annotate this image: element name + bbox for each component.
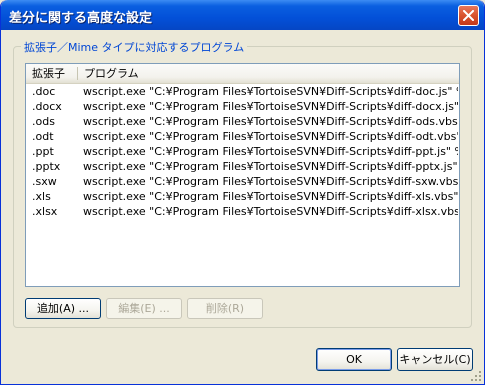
list-item-program: wscript.exe "C:¥Program Files¥TortoiseSV… <box>83 190 458 203</box>
edit-button[interactable]: 編集(E) ... <box>106 298 182 319</box>
dialog-window: 差分に関する高度な設定 拡張子／Mime タイプに対応するプログラム 拡張子 プ… <box>0 0 485 385</box>
list-item-extension: .odt <box>32 130 54 143</box>
list-item-extension: .docx <box>32 100 62 113</box>
list-item[interactable]: .xlsx wscript.exe "C:¥Program Files¥Torto… <box>26 204 459 219</box>
list-item[interactable]: .ppt wscript.exe "C:¥Program Files¥Tortoi… <box>26 144 459 159</box>
list-item-extension: .xls <box>32 190 51 203</box>
list-item[interactable]: .doc wscript.exe "C:¥Program Files¥Tortoi… <box>26 84 459 99</box>
list-item[interactable]: .sxw wscript.exe "C:¥Program Files¥Tortoi… <box>26 174 459 189</box>
list-item-program: wscript.exe "C:¥Program Files¥TortoiseSV… <box>83 205 458 218</box>
list-item-program: wscript.exe "C:¥Program Files¥TortoiseSV… <box>83 175 458 188</box>
list-header: 拡張子 プログラム <box>26 64 459 84</box>
column-header-extension[interactable]: 拡張子 <box>26 64 77 83</box>
list-item-extension: .ods <box>32 115 55 128</box>
close-icon <box>463 10 474 21</box>
list-item-program: wscript.exe "C:¥Program Files¥TortoiseSV… <box>83 130 458 143</box>
list-item-extension: .pptx <box>32 160 61 173</box>
list-item-program: wscript.exe "C:¥Program Files¥TortoiseSV… <box>83 85 458 98</box>
list-item-program: wscript.exe "C:¥Program Files¥TortoiseSV… <box>83 145 458 158</box>
list-item-extension: .sxw <box>32 175 57 188</box>
title-bar[interactable]: 差分に関する高度な設定 <box>1 0 484 30</box>
list-rows: .doc wscript.exe "C:¥Program Files¥Tortoi… <box>26 84 459 219</box>
list-item[interactable]: .ods wscript.exe "C:¥Program Files¥Tortoi… <box>26 114 459 129</box>
list-item[interactable]: .docx wscript.exe "C:¥Program Files¥Torto… <box>26 99 459 114</box>
column-header-program[interactable]: プログラム <box>78 64 459 83</box>
add-button[interactable]: 追加(A) ... <box>25 298 101 319</box>
groupbox-label: 拡張子／Mime タイプに対応するプログラム <box>21 39 248 55</box>
list-item[interactable]: .pptx wscript.exe "C:¥Program Files¥Torto… <box>26 159 459 174</box>
close-button[interactable] <box>458 5 479 26</box>
size-grip-icon[interactable] <box>470 370 482 382</box>
ok-button[interactable]: OK <box>316 348 392 371</box>
list-item-extension: .xlsx <box>32 205 58 218</box>
list-item-extension: .ppt <box>32 145 54 158</box>
remove-button[interactable]: 削除(R) <box>187 298 263 319</box>
list-item-extension: .doc <box>32 85 56 98</box>
list-item-program: wscript.exe "C:¥Program Files¥TortoiseSV… <box>83 100 458 113</box>
list-item-program: wscript.exe "C:¥Program Files¥TortoiseSV… <box>83 160 458 173</box>
cancel-button[interactable]: キャンセル(C) <box>397 348 473 371</box>
list-item[interactable]: .xls wscript.exe "C:¥Program Files¥Tortoi… <box>26 189 459 204</box>
window-title: 差分に関する高度な設定 <box>9 11 153 26</box>
list-item-program: wscript.exe "C:¥Program Files¥TortoiseSV… <box>83 115 458 128</box>
list-item[interactable]: .odt wscript.exe "C:¥Program Files¥Tortoi… <box>26 129 459 144</box>
program-list[interactable]: 拡張子 プログラム .doc wscript.exe "C:¥Program Fi… <box>25 63 460 287</box>
